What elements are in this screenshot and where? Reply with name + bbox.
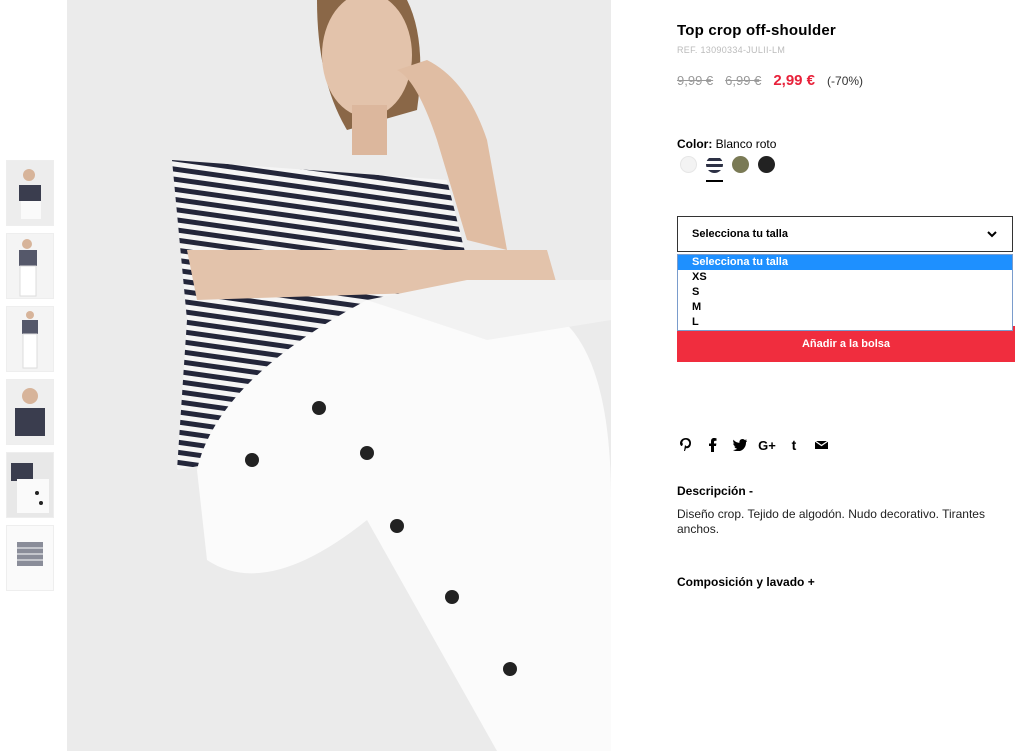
current-price: 2,99 €: [773, 72, 816, 89]
price-block: 9,99 € 6,99 € 2,99 € (-70%): [677, 72, 863, 89]
discount-badge: (-70%): [827, 74, 864, 88]
email-icon[interactable]: [812, 436, 830, 454]
product-main-image: [67, 0, 611, 751]
color-swatches: [680, 156, 784, 182]
thumbnail-4[interactable]: [6, 379, 54, 445]
google-plus-icon[interactable]: G+: [758, 436, 776, 454]
previous-price: 6,99 €: [725, 73, 762, 88]
pinterest-icon[interactable]: [677, 436, 695, 454]
size-dropdown: Selecciona tu talla XS S M L: [677, 254, 1013, 331]
size-option[interactable]: Selecciona tu talla: [678, 255, 1012, 270]
composition-heading[interactable]: Composición y lavado +: [677, 575, 815, 589]
product-reference: REF. 13090334-JULII-LM: [677, 45, 786, 55]
color-swatch-khaki[interactable]: [732, 156, 749, 173]
size-option-xs[interactable]: XS: [678, 270, 1012, 285]
size-option-s[interactable]: S: [678, 285, 1012, 300]
color-label-title: Color:: [677, 137, 713, 151]
size-option-m[interactable]: M: [678, 300, 1012, 315]
color-swatch-white[interactable]: [680, 156, 697, 173]
size-select-value: Selecciona tu talla: [692, 228, 788, 240]
thumbnail-gallery: [6, 160, 54, 598]
thumbnail-2[interactable]: [6, 233, 54, 299]
thumbnail-5[interactable]: [6, 452, 54, 518]
thumbnail-6[interactable]: [6, 525, 54, 591]
color-swatch-black[interactable]: [758, 156, 775, 173]
description-text: Diseño crop. Tejido de algodón. Nudo dec…: [677, 507, 985, 536]
add-to-bag-button[interactable]: Añadir a la bolsa: [677, 326, 1015, 362]
facebook-icon[interactable]: [704, 436, 722, 454]
color-label: Color: Blanco roto: [677, 137, 776, 151]
description-heading[interactable]: Descripción -: [677, 484, 753, 498]
add-to-bag-label: Añadir a la bolsa: [801, 338, 891, 350]
product-title: Top crop off-shoulder: [677, 22, 836, 39]
original-price: 9,99 €: [677, 73, 714, 88]
size-select[interactable]: Selecciona tu talla: [677, 216, 1013, 252]
color-swatch-navy-stripe[interactable]: [706, 156, 723, 182]
thumbnail-1[interactable]: [6, 160, 54, 226]
color-value: Blanco roto: [715, 137, 777, 151]
share-icons: G+ t: [677, 436, 839, 454]
thumbnail-3[interactable]: [6, 306, 54, 372]
chevron-down-icon: [987, 231, 997, 238]
size-option-l[interactable]: L: [678, 315, 1012, 330]
twitter-icon[interactable]: [731, 436, 749, 454]
tumblr-icon[interactable]: t: [785, 436, 803, 454]
